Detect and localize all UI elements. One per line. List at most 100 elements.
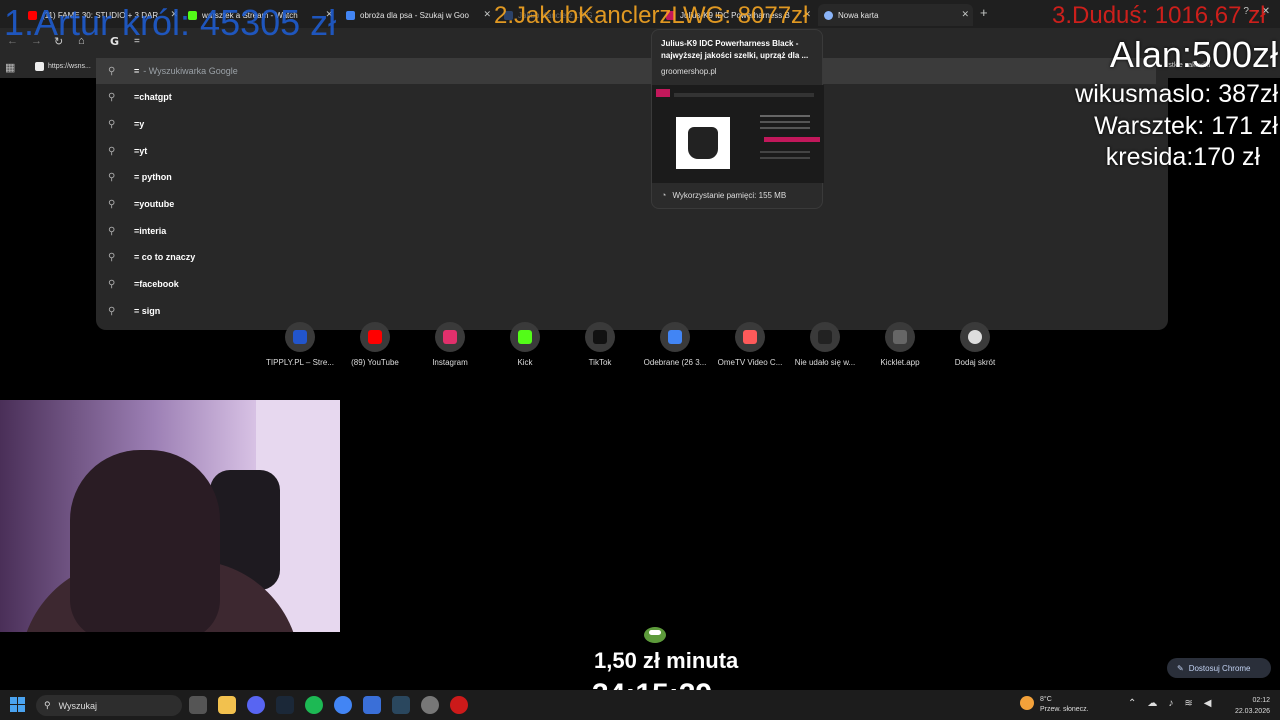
clock[interactable]: 02:12 22.03.2026 <box>1228 695 1270 717</box>
donor-line: Warsztek: 171 zł <box>1094 112 1278 140</box>
tab-new-tab[interactable]: Nowa karta ✕ <box>818 4 973 26</box>
taskbar-search-label: Wyszukaj <box>58 700 98 711</box>
omnibox-suggestions-dropdown: ⚲ = - Wyszukiwarka Google ⚲ =chatgpt ⚲ =y … <box>96 58 1168 330</box>
tab-google-search[interactable]: obroża dla psa - Szukaj w Goo ✕ <box>340 4 495 26</box>
suggestion-item[interactable]: ⚲ =y <box>108 111 648 137</box>
customize-label: Dostosuj Chrome <box>1188 663 1251 673</box>
shortcut-label: TikTok <box>588 358 612 367</box>
donation-rank-2: 2.JakubKanclerzLWG: 8077zł <box>494 2 809 29</box>
search-icon: ⚲ <box>108 278 116 290</box>
taskbar-search[interactable]: ⚲ Wyszukaj <box>36 695 182 716</box>
suggestion-text: =chatgpt <box>134 92 172 102</box>
shortcut-label: Kick <box>517 358 533 367</box>
microphone-icon[interactable]: ♪ <box>1168 698 1173 709</box>
pepe-emote-icon <box>644 627 666 643</box>
system-tray: ⌃ ☁ ♪ ≋ ◀ <box>1128 698 1211 709</box>
bookmark-item[interactable]: https://wsns... <box>35 62 91 71</box>
shortcut-label: Nie udało się w... <box>794 358 856 367</box>
tab-title: obroża dla psa - Szukaj w Goo <box>360 10 469 20</box>
apps-grid-icon[interactable]: ▦ <box>5 61 15 74</box>
search-icon: ⚲ <box>108 145 116 157</box>
shortcut-label: Kicklet.app <box>880 358 920 367</box>
steam-icon[interactable] <box>276 696 294 714</box>
suggestion-text: =yt <box>134 146 148 156</box>
memory-usage: ◔ Wykorzystanie pamięci: 155 MB <box>661 190 786 200</box>
suggestion-text: = <box>134 66 140 76</box>
clock-time: 02:12 <box>1252 697 1270 704</box>
app-icon[interactable] <box>363 696 381 714</box>
shortcut-tiktok[interactable]: TikTok <box>560 322 640 367</box>
shortcut-label: TIPPLY.PL – Stre... <box>266 358 334 367</box>
google-icon <box>346 10 355 20</box>
discord-icon[interactable] <box>247 696 265 714</box>
shortcut-ometv[interactable]: OmeTV Video C... <box>710 322 790 367</box>
suggestion-text: =facebook <box>134 279 179 289</box>
wifi-icon[interactable]: ≋ <box>1184 698 1192 709</box>
suggestion-item[interactable]: ⚲ =youtube <box>108 191 648 217</box>
app-icon[interactable] <box>421 696 439 714</box>
hover-card-title: Julius-K9 IDC Powerharness Black - najwy… <box>661 39 809 60</box>
donor-line: Alan:500zł <box>1109 34 1278 75</box>
shortcut-failed[interactable]: Nie udało się w... <box>785 322 865 367</box>
plus-icon <box>968 330 982 344</box>
file-explorer-icon[interactable] <box>218 696 236 714</box>
shortcut-kick[interactable]: Kick <box>485 322 565 367</box>
spotify-icon[interactable] <box>305 696 323 714</box>
donor-line: kresida:170 zł <box>1105 143 1260 171</box>
cloud-icon[interactable]: ☁ <box>1147 698 1157 709</box>
task-view-icon[interactable] <box>189 696 207 714</box>
suggestion-item[interactable]: ⚲ = python <box>108 164 648 190</box>
shortcut-label: Odebrane (26 3... <box>643 358 707 367</box>
search-icon: ⚲ <box>108 198 116 210</box>
harness-product-image <box>676 117 730 169</box>
search-icon: ⚲ <box>108 251 116 263</box>
shortcut-kicklet[interactable]: Kicklet.app <box>860 322 940 367</box>
chrome-icon[interactable] <box>334 696 352 714</box>
chevron-up-icon[interactable]: ⌃ <box>1128 698 1136 709</box>
opera-icon[interactable] <box>450 696 468 714</box>
windows-start-icon[interactable] <box>10 697 26 713</box>
memory-gauge-icon: ◔ <box>661 190 667 200</box>
new-tab-icon[interactable]: + <box>980 5 988 20</box>
suggestion-item[interactable]: ⚲ =yt <box>108 138 648 164</box>
suggestion-item[interactable]: ⚲ =chatgpt <box>108 84 648 110</box>
page-preview-thumbnail <box>652 85 824 183</box>
search-icon: ⚲ <box>108 118 116 130</box>
shortcut-add[interactable]: Dodaj skrót <box>935 322 1015 367</box>
mail-icon <box>668 330 682 344</box>
donation-rank-1: 1.Artur król: 45305 zł <box>4 2 337 43</box>
tipply-icon <box>293 330 307 344</box>
suggestion-item[interactable]: ⚲ =interia <box>108 218 648 244</box>
hover-card-domain: groomershop.pl <box>661 67 717 76</box>
suggestion-text: = python <box>134 172 172 182</box>
search-icon: ⚲ <box>108 91 116 103</box>
youtube-icon <box>368 330 382 344</box>
tab-hover-card: Julius-K9 IDC Powerharness Black - najwy… <box>651 29 824 209</box>
suggestion-item-search[interactable]: ⚲ = - Wyszukiwarka Google <box>96 58 1156 84</box>
weather-temp: 8°C <box>1040 696 1052 703</box>
shortcut-instagram[interactable]: Instagram <box>410 322 490 367</box>
pencil-icon: ✎ <box>1177 663 1184 673</box>
shortcut-youtube[interactable]: (89) YouTube <box>335 322 415 367</box>
close-icon[interactable]: ✕ <box>483 9 491 20</box>
volume-icon[interactable]: ◀ <box>1204 698 1212 709</box>
shortcut-label: (89) YouTube <box>351 358 399 367</box>
shortcut-label: Dodaj skrót <box>954 358 996 367</box>
tab-title: Nowa karta <box>838 10 879 20</box>
suggestion-text: =interia <box>134 226 167 236</box>
suggestion-item[interactable]: ⚲ = co to znaczy <box>108 244 648 270</box>
windows-taskbar: ⚲ Wyszukaj 8°C Przew. słonecz. ⌃ ☁ ♪ ≋ ◀… <box>0 690 1280 720</box>
suggestion-item[interactable]: ⚲ = sign <box>108 298 648 324</box>
shortcut-tipply[interactable]: TIPPLY.PL – Stre... <box>260 322 340 367</box>
memory-usage-text: Wykorzystanie pamięci: 155 MB <box>672 190 787 200</box>
suggestion-item[interactable]: ⚲ =facebook <box>108 271 648 297</box>
webcam-feed <box>0 400 340 632</box>
search-icon: ⚲ <box>44 700 51 710</box>
customize-chrome-button[interactable]: ✎ Dostosuj Chrome <box>1167 658 1271 678</box>
shortcut-inbox[interactable]: Odebrane (26 3... <box>635 322 715 367</box>
steam-icon[interactable] <box>392 696 410 714</box>
close-icon[interactable]: ✕ <box>961 9 969 20</box>
donor-line: wikusmaslo: 387zł <box>1075 80 1278 108</box>
subathon-rate: 1,50 zł minuta <box>594 648 739 673</box>
kicklet-icon <box>893 330 907 344</box>
